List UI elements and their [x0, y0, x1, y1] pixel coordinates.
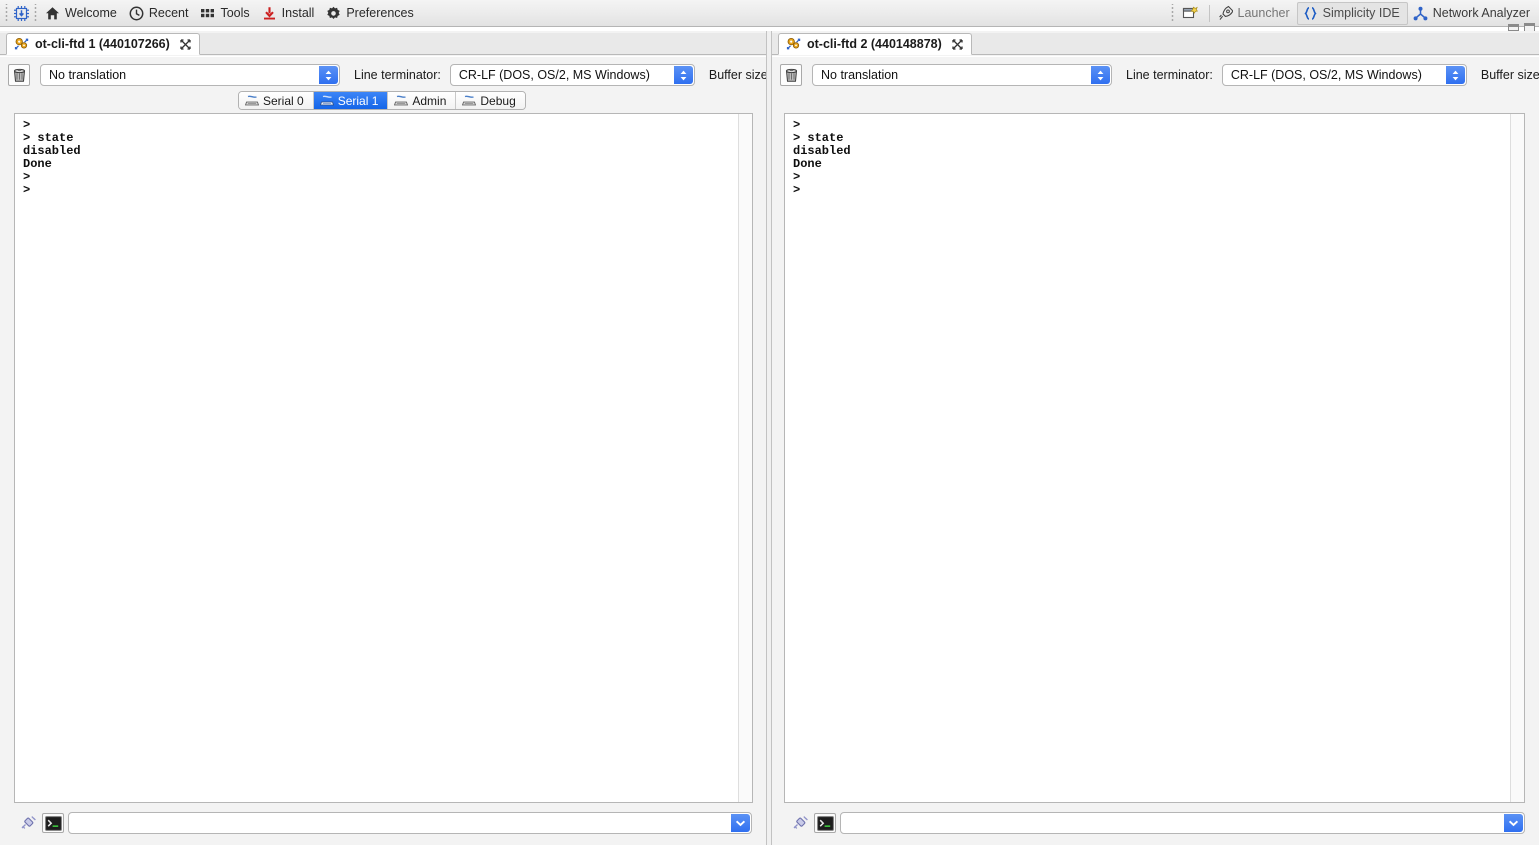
- console-icon[interactable]: [814, 813, 836, 833]
- toolbar-button-recent-label: Recent: [148, 5, 189, 20]
- toolbar-separator: [1208, 4, 1210, 22]
- toolbar-button-preferences-label: Preferences: [346, 5, 414, 20]
- toolbar-button-tools-label: Tools: [220, 5, 250, 20]
- download-icon: [262, 6, 277, 21]
- control-row-left: No translation Line terminator: CR-LF (D…: [0, 61, 766, 89]
- plug-icon[interactable]: [790, 813, 810, 833]
- new-perspective-button[interactable]: [1177, 2, 1205, 25]
- toolbar-button-install-label: Install: [281, 5, 315, 20]
- application-window: Welcome Recent Tools Install Preferences…: [0, 0, 1539, 845]
- line-terminator-select-left[interactable]: CR-LF (DOS, OS/2, MS Windows): [449, 64, 695, 86]
- rocket-icon: [1218, 5, 1233, 21]
- translation-select-value: No translation: [821, 68, 899, 82]
- line-terminator-label-left: Line terminator:: [354, 68, 441, 82]
- perspective-simplicity-ide-label: Simplicity IDE: [1322, 5, 1400, 20]
- serial-device-icon: [245, 95, 259, 107]
- command-input-row-left: [0, 811, 766, 835]
- line-terminator-select-right[interactable]: CR-LF (DOS, OS/2, MS Windows): [1221, 64, 1467, 86]
- gears-icon: [14, 37, 29, 51]
- console-body-right: No translation Line terminator: CR-LF (D…: [772, 56, 1539, 845]
- terminal-vertical-scrollbar-right[interactable]: [1510, 114, 1524, 802]
- grid-icon: [200, 6, 215, 21]
- serial-tab-admin-left[interactable]: Admin: [388, 92, 457, 109]
- command-input-right[interactable]: [840, 812, 1525, 834]
- plug-icon[interactable]: [18, 813, 38, 833]
- serial-tab-serial-1-left[interactable]: Serial 1: [313, 92, 389, 109]
- terminal-output-right[interactable]: > > state disabled Done > >: [784, 113, 1525, 803]
- line-terminator-value: CR-LF (DOS, OS/2, MS Windows): [1230, 68, 1422, 82]
- terminal-text-right: > > state disabled Done > >: [793, 119, 851, 198]
- close-icon[interactable]: [180, 38, 191, 50]
- terminal-vertical-scrollbar-left[interactable]: [738, 114, 752, 802]
- translation-select-right[interactable]: No translation: [812, 64, 1112, 86]
- console-body-left: No translation Line terminator: CR-LF (D…: [0, 56, 766, 845]
- translation-select-left[interactable]: No translation: [40, 64, 340, 86]
- line-terminator-value: CR-LF (DOS, OS/2, MS Windows): [458, 68, 650, 82]
- stepper-arrows-icon[interactable]: [673, 66, 693, 84]
- console-panel-right: ot-cli-ftd 2 (440148878) No translation …: [772, 31, 1539, 845]
- serial-tab-label: Admin: [412, 93, 447, 108]
- toolbar-button-recent[interactable]: Recent: [124, 2, 196, 25]
- toolbar-drag-handle[interactable]: [4, 3, 9, 23]
- clear-console-button-left[interactable]: [8, 64, 30, 86]
- view-tab-title: ot-cli-ftd 2 (440148878): [807, 37, 942, 51]
- perspective-drag-handle[interactable]: [1169, 3, 1175, 23]
- toolbar-left-group: Welcome Recent Tools Install Preferences: [0, 0, 421, 26]
- perspective-launcher[interactable]: Launcher: [1214, 2, 1297, 25]
- line-terminator-label-right: Line terminator:: [1126, 68, 1213, 82]
- new-perspective-icon: [1182, 5, 1198, 21]
- network-icon: [1413, 6, 1428, 21]
- buffer-size-label-right: Buffer size: [1480, 68, 1539, 82]
- view-tab-row-right: ot-cli-ftd 2 (440148878): [772, 33, 1539, 55]
- clock-icon: [129, 6, 144, 21]
- command-input-left[interactable]: [68, 812, 752, 834]
- toolbar-button-tools[interactable]: Tools: [195, 2, 256, 25]
- serial-tab-group-left: Serial 0 Serial 1 Admin Debug: [238, 91, 526, 110]
- chevron-down-icon[interactable]: [1504, 814, 1523, 832]
- perspective-network-analyzer-label: Network Analyzer: [1432, 5, 1530, 20]
- serial-tab-debug-left[interactable]: Debug: [456, 92, 525, 109]
- serial-device-icon: [462, 95, 477, 107]
- view-tab-row-left: ot-cli-ftd 1 (440107266): [0, 33, 766, 55]
- serial-tab-serial-0-left[interactable]: Serial 0: [239, 92, 314, 109]
- command-input-row-right: [772, 811, 1539, 835]
- perspective-simplicity-ide[interactable]: Simplicity IDE: [1296, 1, 1408, 25]
- minimize-icon[interactable]: [1508, 24, 1519, 31]
- chevron-down-icon[interactable]: [731, 814, 750, 832]
- main-toolbar: Welcome Recent Tools Install Preferences…: [0, 0, 1539, 27]
- clear-console-button-right[interactable]: [780, 64, 802, 86]
- close-icon[interactable]: [952, 38, 963, 50]
- toolbar-drag-handle-2[interactable]: [33, 3, 38, 23]
- stepper-arrows-icon[interactable]: [1445, 66, 1465, 84]
- toolbar-button-install[interactable]: Install: [257, 2, 322, 25]
- serial-device-icon: [394, 95, 409, 107]
- console-icon[interactable]: [42, 813, 64, 833]
- serial-tab-label: Serial 1: [337, 93, 379, 108]
- view-tab-title: ot-cli-ftd 1 (440107266): [35, 37, 170, 51]
- toolbar-button-welcome-label: Welcome: [65, 5, 117, 20]
- toolbar-button-welcome[interactable]: Welcome: [40, 2, 124, 25]
- perspective-switcher: Launcher Simplicity IDE Network Analyzer: [1168, 0, 1539, 26]
- terminal-text-left: > > state disabled Done > >: [23, 119, 81, 198]
- serial-device-icon: [319, 95, 334, 107]
- console-panel-left: ot-cli-ftd 1 (440107266) No translation …: [0, 31, 766, 845]
- gears-icon: [786, 37, 801, 51]
- perspective-launcher-label: Launcher: [1237, 5, 1290, 20]
- home-icon: [45, 6, 60, 21]
- control-row-right: No translation Line terminator: CR-LF (D…: [772, 61, 1539, 89]
- perspective-network-analyzer[interactable]: Network Analyzer: [1408, 2, 1537, 25]
- view-tab-ot-cli-ftd-2[interactable]: ot-cli-ftd 2 (440148878): [778, 33, 972, 55]
- braces-icon: [1303, 6, 1318, 21]
- terminal-output-left[interactable]: > > state disabled Done > >: [14, 113, 753, 803]
- stepper-arrows-icon[interactable]: [1091, 66, 1110, 84]
- ic-chip-icon[interactable]: [11, 4, 31, 23]
- view-tab-ot-cli-ftd-1[interactable]: ot-cli-ftd 1 (440107266): [6, 33, 200, 55]
- toolbar-button-preferences[interactable]: Preferences: [321, 2, 420, 25]
- stepper-arrows-icon[interactable]: [319, 66, 338, 84]
- translation-select-value: No translation: [49, 68, 127, 82]
- gear-icon: [326, 6, 341, 21]
- buffer-size-label-left: Buffer size: [708, 68, 766, 82]
- serial-tab-label: Debug: [480, 93, 516, 108]
- serial-tab-label: Serial 0: [263, 93, 304, 108]
